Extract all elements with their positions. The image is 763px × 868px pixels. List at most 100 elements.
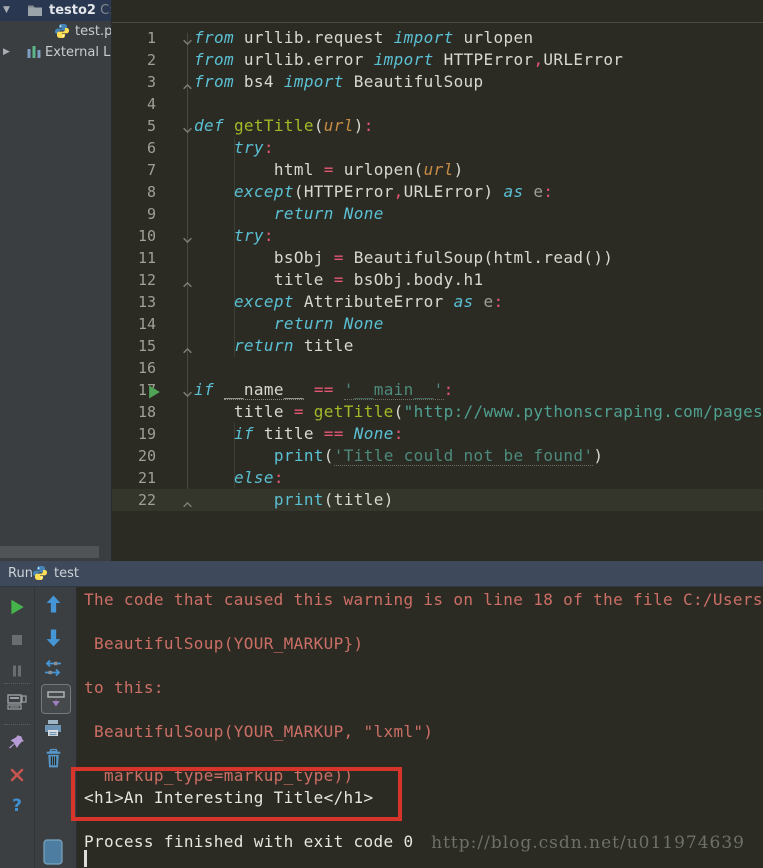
folder-icon: [27, 2, 43, 18]
code-text: else:: [233, 468, 284, 487]
code-line[interactable]: 15 return title: [112, 335, 763, 357]
tree-item-path: C:: [95, 3, 112, 18]
console-stderr-line: [77, 655, 763, 677]
console-settings-button[interactable]: [41, 658, 65, 682]
line-number: 18: [137, 403, 156, 421]
fold-marker-icon[interactable]: [182, 120, 193, 134]
code-line[interactable]: 7 html = urlopen(url): [112, 159, 763, 181]
close-icon: [9, 767, 25, 787]
code-text: try:: [233, 138, 274, 157]
code-text: except AttributeError as e:: [233, 292, 504, 311]
line-number: 2: [146, 51, 156, 69]
run-console[interactable]: The code that caused this warning is on …: [77, 587, 763, 868]
code-line[interactable]: 9 return None: [112, 203, 763, 225]
line-number: 9: [146, 205, 156, 223]
pin-tab-button[interactable]: [5, 732, 29, 756]
partial-icon: [43, 839, 63, 868]
console-caret: [84, 850, 87, 867]
close-button[interactable]: [5, 765, 29, 789]
code-text: return title: [233, 336, 354, 355]
run-tab-label: Run: [8, 566, 33, 581]
line-number: 10: [137, 227, 156, 245]
code-text: from urllib.error import HTTPError,URLEr…: [194, 50, 624, 69]
run-config-name: test: [54, 566, 79, 581]
code-line[interactable]: 8 except(HTTPError,URLError) as e:: [112, 181, 763, 203]
fold-marker-icon[interactable]: [182, 274, 193, 288]
print-console-button[interactable]: [41, 718, 65, 742]
fold-marker-icon[interactable]: [182, 32, 193, 46]
project-tree-panel[interactable]: ▼ testo2 C: test.p ▶ External L: [0, 0, 112, 561]
line-number: 20: [137, 447, 156, 465]
code-line[interactable]: 19 if title == None:: [112, 423, 763, 445]
line-number: 4: [146, 95, 156, 113]
code-line[interactable]: 14 return None: [112, 313, 763, 335]
pause-button[interactable]: [5, 661, 29, 685]
clear-console-button[interactable]: [41, 748, 65, 772]
line-number: 7: [146, 161, 156, 179]
run-toolwindow: ? The code that caused this warning is o…: [0, 587, 763, 868]
code-line[interactable]: 11 bsObj = BeautifulSoup(html.read()): [112, 247, 763, 269]
tree-item-testo2[interactable]: ▼ testo2 C:: [0, 0, 111, 21]
project-panel-scrollbar[interactable]: [0, 546, 99, 558]
fold-marker-icon[interactable]: [182, 76, 193, 90]
next-stack-trace-button[interactable]: [41, 628, 65, 652]
code-line[interactable]: 2 from urllib.error import HTTPError,URLE…: [112, 49, 763, 71]
tree-item-label: External L: [45, 45, 111, 60]
code-text: print('Title could not be found'): [273, 446, 604, 466]
code-line[interactable]: 10 try:: [112, 225, 763, 247]
code-line[interactable]: 12 title = bsObj.body.h1: [112, 269, 763, 291]
editor-top-border: [112, 22, 763, 23]
restore-layout-button[interactable]: [5, 692, 29, 716]
line-number: 12: [137, 271, 156, 289]
printer-icon: [43, 718, 63, 742]
sliders-icon: [43, 659, 63, 681]
partial-bottom-button[interactable]: [41, 839, 65, 868]
fold-marker-icon[interactable]: [182, 340, 193, 354]
code-line[interactable]: 13 except AttributeError as e:: [112, 291, 763, 313]
tree-item-label: testo2 C:: [49, 3, 112, 18]
trash-icon: [44, 748, 63, 773]
arrow-down-icon: [45, 628, 62, 652]
chevron-collapsed-icon[interactable]: ▶: [3, 42, 10, 63]
question-icon: ?: [12, 796, 22, 816]
run-toolwindow-header[interactable]: Run test: [0, 561, 763, 587]
scroll-end-icon: [41, 684, 71, 714]
line-number: 15: [137, 337, 156, 355]
ide-window: ▼ testo2 C: test.p ▶ External L 1 from urllib…: [0, 0, 763, 868]
chevron-expanded-icon[interactable]: ▼: [3, 0, 10, 21]
run-gutter-icon[interactable]: [148, 383, 161, 399]
help-button[interactable]: ?: [5, 794, 29, 818]
line-number: 13: [137, 293, 156, 311]
code-line[interactable]: 17 if __name__ == '__main__':: [112, 379, 763, 401]
prev-stack-trace-button[interactable]: [41, 594, 65, 618]
code-line[interactable]: 4: [112, 93, 763, 115]
fold-marker-icon[interactable]: [182, 494, 193, 508]
line-number: 5: [146, 117, 156, 135]
code-text: if title == None:: [233, 424, 404, 443]
code-line[interactable]: 3 from bs4 import BeautifulSoup: [112, 71, 763, 93]
code-text: title = getTitle("http://www.pythonscrap…: [194, 402, 763, 421]
code-line[interactable]: 18 title = getTitle("http://www.pythonsc…: [112, 401, 763, 423]
fold-marker-icon[interactable]: [182, 384, 193, 398]
code-line[interactable]: 21 else:: [112, 467, 763, 489]
code-line[interactable]: 16: [112, 357, 763, 379]
code-line[interactable]: 20 print('Title could not be found'): [112, 445, 763, 467]
code-line[interactable]: 22 print(title): [112, 489, 763, 511]
code-editor[interactable]: 1 from urllib.request import urlopen 2 from…: [112, 0, 763, 561]
code-text: from urllib.request import urlopen: [194, 28, 534, 47]
stop-button[interactable]: [5, 630, 29, 654]
code-text: print(title): [273, 490, 394, 509]
line-number: 21: [137, 469, 156, 487]
rerun-button[interactable]: [5, 597, 29, 621]
code-line[interactable]: 1 from urllib.request import urlopen: [112, 27, 763, 49]
tree-item-external-l[interactable]: ▶ External L: [0, 42, 111, 63]
code-line[interactable]: 6 try:: [112, 137, 763, 159]
scroll-to-end-button[interactable]: [41, 684, 71, 714]
line-number: 3: [146, 73, 156, 91]
code-line[interactable]: 5 def getTitle(url):: [112, 115, 763, 137]
fold-marker-icon[interactable]: [182, 230, 193, 244]
tree-item-label: test.p: [75, 24, 112, 39]
pin-icon: [8, 733, 26, 755]
arrow-up-icon: [45, 594, 62, 618]
tree-item-test-p[interactable]: test.p: [0, 21, 111, 42]
